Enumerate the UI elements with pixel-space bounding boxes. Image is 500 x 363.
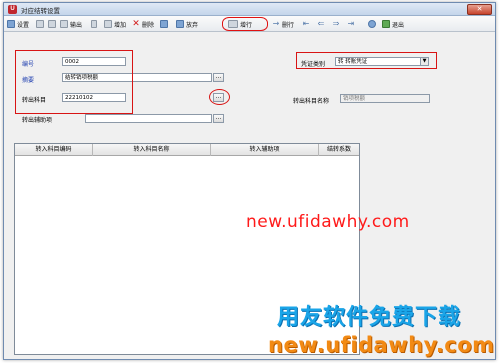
first-record-button[interactable]: ⇤: [302, 19, 312, 29]
grid-header: 转入科目编码 转入科目名称 转入辅助项 结转系数: [15, 144, 359, 156]
toolbar: 设置 输出 增加 ✕ 删除 放弃 增行 → 删行 ⇤ ⇐ ⇒ ⇥ 退出: [4, 16, 495, 32]
prev-record-button[interactable]: ⇐: [317, 19, 327, 29]
next-icon: ⇒: [332, 19, 340, 28]
watermark-site: new.ufidawhy.com: [246, 212, 410, 232]
export-icon: [60, 20, 68, 28]
add-icon: [104, 20, 112, 28]
col-in-account-name[interactable]: 转入科目名称: [93, 144, 211, 156]
delete-row-button[interactable]: → 删行: [272, 19, 294, 29]
browse-highlight: [209, 89, 230, 105]
dialog-window: U 对应结转设置 ✕ 设置 输出 增加 ✕ 删除 放弃 增行 → 删行 ⇤ ⇐ …: [3, 2, 496, 360]
last-record-button[interactable]: ⇥: [347, 19, 357, 29]
watermark-cn: 用友软件免费下载: [277, 305, 462, 330]
col-in-account-code[interactable]: 转入科目编码: [15, 144, 93, 156]
watermark-url: new.ufidawhy.com: [268, 333, 495, 357]
voucher-type-highlight: [296, 52, 437, 69]
settings-icon: [7, 20, 15, 28]
add-row-highlight: [222, 17, 268, 31]
last-icon: ⇥: [347, 19, 355, 28]
left-fields-highlight: [15, 50, 133, 114]
first-icon: ⇤: [302, 19, 310, 28]
title-bar[interactable]: U 对应结转设置 ✕: [4, 3, 495, 16]
close-button[interactable]: ✕: [467, 4, 492, 15]
form-panel: 编号 0002 摘要 结转销项税额 ... 转出科目 22210102 ... …: [10, 36, 489, 139]
export-button[interactable]: 输出: [60, 19, 82, 29]
delete-button[interactable]: ✕ 删除: [132, 19, 154, 29]
discard-icon: [176, 20, 184, 28]
preview-button[interactable]: [48, 19, 58, 29]
delete-row-icon: →: [272, 19, 280, 28]
preview-icon: [48, 20, 56, 28]
save-icon: [160, 20, 168, 28]
next-record-button[interactable]: ⇒: [332, 19, 342, 29]
toolbar-separator-icon: [91, 19, 99, 29]
app-icon: U: [8, 5, 17, 14]
save-button[interactable]: [160, 19, 170, 29]
out-account-name-label: 转出科目名称: [293, 98, 330, 105]
summary-browse-button[interactable]: ...: [213, 73, 224, 82]
out-aux-label: 转出辅助项: [22, 117, 53, 124]
out-aux-field[interactable]: [85, 114, 212, 123]
print-icon: [36, 20, 44, 28]
delete-icon: ✕: [132, 19, 140, 29]
help-icon: [368, 20, 376, 28]
discard-button[interactable]: 放弃: [176, 19, 198, 29]
help-button[interactable]: [368, 19, 378, 29]
out-account-name-field: 销项税额: [340, 94, 430, 103]
prev-icon: ⇐: [317, 19, 325, 28]
col-coefficient[interactable]: 结转系数: [319, 144, 359, 156]
separator-icon: [91, 20, 97, 28]
exit-button[interactable]: 退出: [382, 19, 404, 29]
add-button[interactable]: 增加: [104, 19, 126, 29]
print-button[interactable]: [36, 19, 46, 29]
window-title: 对应结转设置: [21, 7, 60, 15]
settings-button[interactable]: 设置: [7, 19, 29, 29]
exit-icon: [382, 20, 390, 28]
col-in-aux[interactable]: 转入辅助项: [211, 144, 319, 156]
out-aux-browse-button[interactable]: ...: [213, 114, 224, 123]
